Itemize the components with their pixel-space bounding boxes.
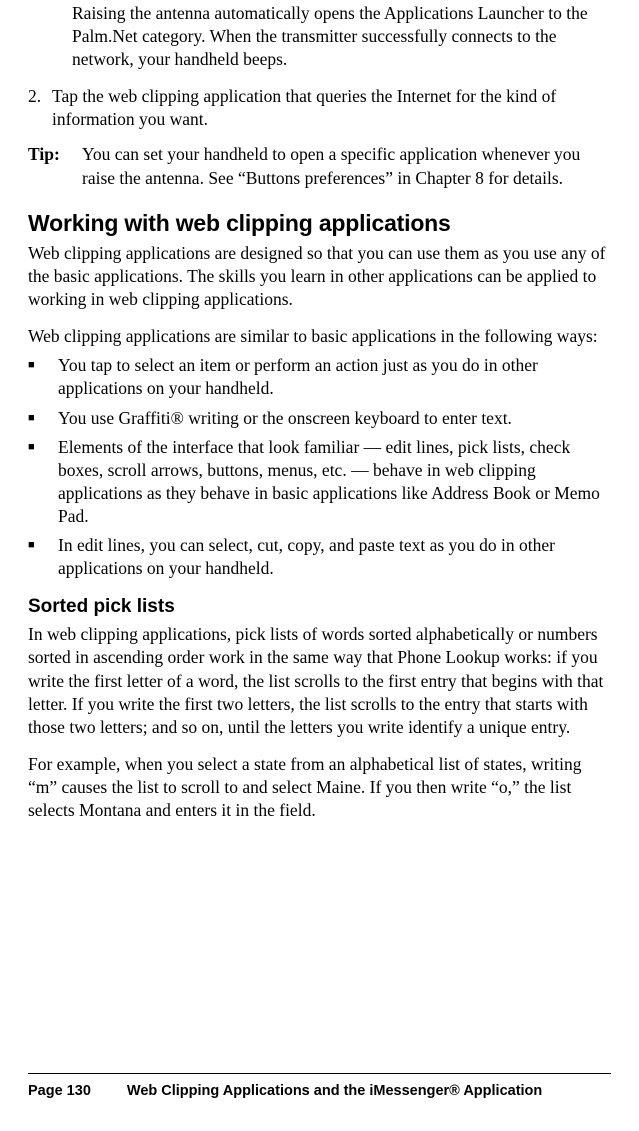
- paragraph-1: Web clipping applications are designed s…: [28, 242, 611, 311]
- list-item: ■ Elements of the interface that look fa…: [28, 436, 611, 528]
- bullet-text: In edit lines, you can select, cut, copy…: [58, 534, 611, 580]
- bullet-text: Elements of the interface that look fami…: [58, 436, 611, 528]
- bullet-icon: ■: [28, 407, 58, 430]
- step-2: 2. Tap the web clipping application that…: [28, 85, 611, 131]
- tip-text: You can set your handheld to open a spec…: [82, 143, 611, 189]
- tip-block: Tip: You can set your handheld to open a…: [28, 143, 611, 189]
- bullet-icon: ■: [28, 534, 58, 580]
- bullet-text: You use Graffiti® writing or the onscree…: [58, 407, 611, 430]
- bullet-icon: ■: [28, 354, 58, 400]
- heading-working-with: Working with web clipping applications: [28, 208, 611, 238]
- bullet-list: ■ You tap to select an item or perform a…: [28, 354, 611, 580]
- page-footer: Page 130 Web Clipping Applications and t…: [28, 1073, 611, 1101]
- bullet-icon: ■: [28, 436, 58, 528]
- step-number: 2.: [28, 85, 52, 131]
- list-item: ■ In edit lines, you can select, cut, co…: [28, 534, 611, 580]
- footer-chapter-title: Web Clipping Applications and the iMesse…: [127, 1082, 542, 1101]
- step-text: Tap the web clipping application that qu…: [52, 85, 611, 131]
- page-content: Raising the antenna automatically opens …: [28, 2, 611, 822]
- list-item: ■ You tap to select an item or perform a…: [28, 354, 611, 400]
- intro-paragraph: Raising the antenna automatically opens …: [72, 2, 611, 71]
- heading-sorted-pick-lists: Sorted pick lists: [28, 594, 611, 619]
- footer-page-number: Page 130: [28, 1082, 91, 1101]
- list-item: ■ You use Graffiti® writing or the onscr…: [28, 407, 611, 430]
- tip-label: Tip:: [28, 143, 82, 189]
- bullet-text: You tap to select an item or perform an …: [58, 354, 611, 400]
- paragraph-2: Web clipping applications are similar to…: [28, 325, 611, 348]
- paragraph-3: In web clipping applications, pick lists…: [28, 623, 611, 738]
- paragraph-4: For example, when you select a state fro…: [28, 753, 611, 822]
